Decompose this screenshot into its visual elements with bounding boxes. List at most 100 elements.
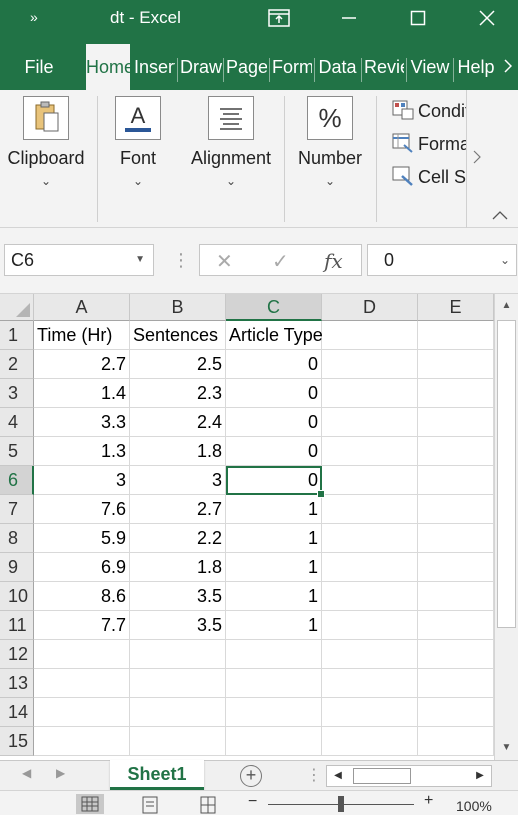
cell-c1[interactable]: Article Type xyxy=(226,321,323,350)
cell-b1[interactable]: Sentences xyxy=(130,321,226,350)
scroll-left-icon[interactable]: ◀ xyxy=(327,766,349,786)
tab-split-handle[interactable]: ⋮ xyxy=(306,765,322,785)
cell-e15[interactable] xyxy=(418,727,494,756)
number-group[interactable]: % Number ⌄ xyxy=(290,90,370,228)
horizontal-scrollbar[interactable]: ◀ ▶ xyxy=(326,765,492,787)
row-header-14[interactable]: 14 xyxy=(0,698,34,727)
tab-draw[interactable]: Draw xyxy=(180,54,222,90)
cell-a6[interactable]: 3 xyxy=(34,466,130,495)
cell-a7[interactable]: 7.6 xyxy=(34,495,130,524)
cell-b7[interactable]: 2.7 xyxy=(130,495,226,524)
collapse-ribbon-button[interactable] xyxy=(492,208,512,224)
row-header-10[interactable]: 10 xyxy=(0,582,34,611)
next-sheet-icon[interactable]: ▶ xyxy=(56,766,65,780)
cell-a15[interactable] xyxy=(34,727,130,756)
tab-help[interactable]: Help xyxy=(456,54,496,90)
cell-d7[interactable] xyxy=(322,495,418,524)
cell-b5[interactable]: 1.8 xyxy=(130,437,226,466)
ribbon-scroll-right-button[interactable] xyxy=(466,90,486,228)
row-header-4[interactable]: 4 xyxy=(0,408,34,437)
quick-access-overflow[interactable]: » xyxy=(30,9,38,25)
formula-bar-resize-handle[interactable]: ⋮ xyxy=(172,250,190,271)
maximize-button[interactable] xyxy=(395,0,441,36)
column-header-e[interactable]: E xyxy=(418,294,494,321)
cell-c8[interactable]: 1 xyxy=(226,524,322,553)
cell-b4[interactable]: 2.4 xyxy=(130,408,226,437)
cell-a4[interactable]: 3.3 xyxy=(34,408,130,437)
cell-a11[interactable]: 7.7 xyxy=(34,611,130,640)
cell-e3[interactable] xyxy=(418,379,494,408)
tab-view[interactable]: View xyxy=(409,54,451,90)
cell-b11[interactable]: 3.5 xyxy=(130,611,226,640)
cell-c6[interactable]: 0 xyxy=(226,466,325,498)
cell-e9[interactable] xyxy=(418,553,494,582)
worksheet-grid[interactable]: A B C D E 1 Time (Hr) Sentences Article Type 2 2.7… xyxy=(0,294,494,760)
cell-c12[interactable] xyxy=(226,640,322,669)
zoom-out-icon[interactable]: − xyxy=(248,793,257,811)
cell-c11[interactable]: 1 xyxy=(226,611,322,640)
formula-input[interactable]: 0 ⌄ xyxy=(367,244,517,276)
row-header-12[interactable]: 12 xyxy=(0,640,34,669)
row-header-9[interactable]: 9 xyxy=(0,553,34,582)
cell-c13[interactable] xyxy=(226,669,322,698)
tab-page-layout[interactable]: Page xyxy=(226,54,267,90)
chevron-down-icon[interactable]: ⌄ xyxy=(500,245,510,275)
cell-d9[interactable] xyxy=(322,553,418,582)
cell-a5[interactable]: 1.3 xyxy=(34,437,130,466)
cell-b6[interactable]: 3 xyxy=(130,466,226,495)
cell-c5[interactable]: 0 xyxy=(226,437,322,466)
page-break-view-button[interactable] xyxy=(194,794,222,814)
tab-formulas[interactable]: Form xyxy=(272,54,312,90)
column-header-d[interactable]: D xyxy=(322,294,418,321)
zoom-level[interactable]: 100% xyxy=(456,798,492,814)
cell-e12[interactable] xyxy=(418,640,494,669)
column-header-a[interactable]: A xyxy=(34,294,130,321)
tabs-scroll-right-button[interactable] xyxy=(500,54,516,90)
cell-c2[interactable]: 0 xyxy=(226,350,322,379)
cell-d2[interactable] xyxy=(322,350,418,379)
tab-home[interactable]: Home xyxy=(86,44,130,90)
cell-b3[interactable]: 2.3 xyxy=(130,379,226,408)
cell-d15[interactable] xyxy=(322,727,418,756)
cell-e8[interactable] xyxy=(418,524,494,553)
cell-d11[interactable] xyxy=(322,611,418,640)
row-header-13[interactable]: 13 xyxy=(0,669,34,698)
page-layout-view-button[interactable] xyxy=(136,794,164,814)
cell-e5[interactable] xyxy=(418,437,494,466)
cell-d4[interactable] xyxy=(322,408,418,437)
cell-e14[interactable] xyxy=(418,698,494,727)
scrollbar-thumb[interactable] xyxy=(497,320,516,628)
sheet-tab-sheet1[interactable]: Sheet1 xyxy=(110,760,204,790)
cell-b10[interactable]: 3.5 xyxy=(130,582,226,611)
cell-d3[interactable] xyxy=(322,379,418,408)
column-header-b[interactable]: B xyxy=(130,294,226,321)
vertical-scrollbar[interactable]: ▲ ▼ xyxy=(494,294,518,760)
cell-b14[interactable] xyxy=(130,698,226,727)
cell-b2[interactable]: 2.5 xyxy=(130,350,226,379)
tab-insert[interactable]: Insert xyxy=(134,54,175,90)
chevron-down-icon[interactable]: ▼ xyxy=(135,245,145,275)
cell-e4[interactable] xyxy=(418,408,494,437)
format-as-table-button[interactable]: Format xyxy=(392,133,466,159)
alignment-group[interactable]: Alignment ⌄ xyxy=(186,90,276,228)
cell-c14[interactable] xyxy=(226,698,322,727)
column-header-c[interactable]: C xyxy=(226,294,322,321)
enter-icon[interactable]: ✓ xyxy=(272,249,289,274)
cell-c3[interactable]: 0 xyxy=(226,379,322,408)
name-box[interactable]: C6 ▼ xyxy=(4,244,154,276)
insert-function-icon[interactable]: fx xyxy=(324,249,343,273)
previous-sheet-icon[interactable]: ◀ xyxy=(22,766,31,780)
cell-a14[interactable] xyxy=(34,698,130,727)
conditional-formatting-button[interactable]: Conditional xyxy=(392,100,466,126)
scrollbar-thumb[interactable] xyxy=(353,768,411,784)
cell-d1[interactable] xyxy=(322,321,418,350)
row-header-6[interactable]: 6 xyxy=(0,466,34,495)
cell-e11[interactable] xyxy=(418,611,494,640)
scroll-right-icon[interactable]: ▶ xyxy=(469,766,491,786)
cell-b13[interactable] xyxy=(130,669,226,698)
cell-a3[interactable]: 1.4 xyxy=(34,379,130,408)
minimize-button[interactable] xyxy=(326,0,372,36)
cell-d13[interactable] xyxy=(322,669,418,698)
cell-e2[interactable] xyxy=(418,350,494,379)
row-header-7[interactable]: 7 xyxy=(0,495,34,524)
